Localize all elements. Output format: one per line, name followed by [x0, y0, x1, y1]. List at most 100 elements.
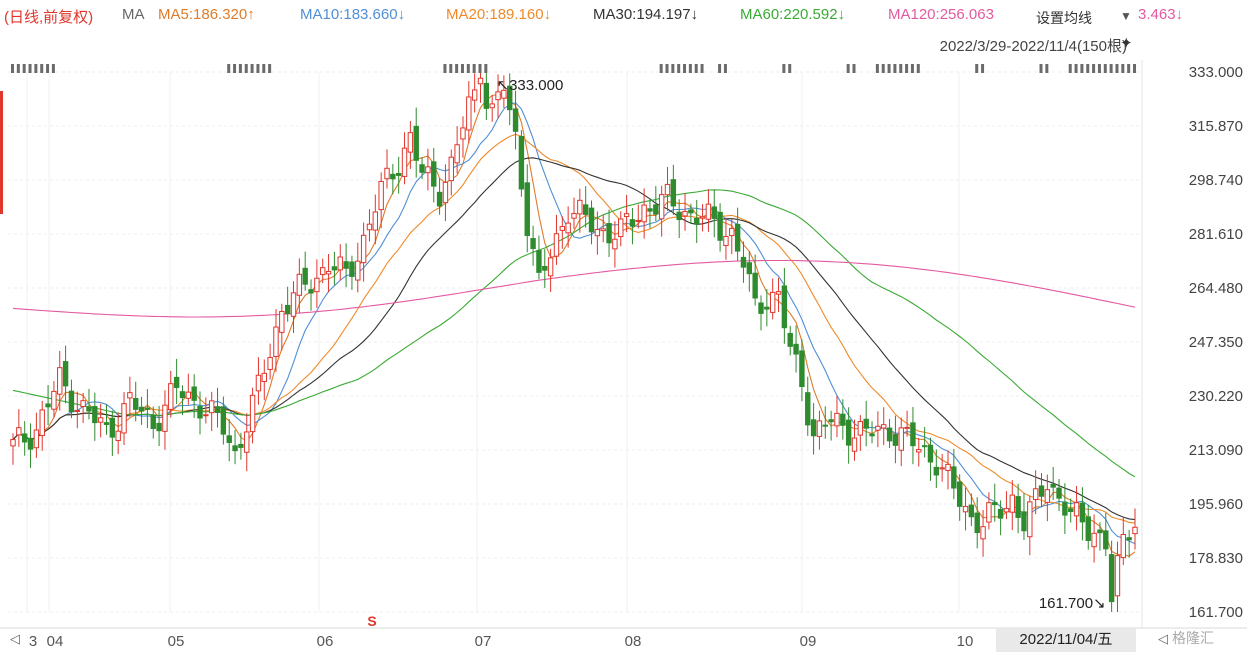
candle-body: [284, 304, 291, 315]
pin-icon[interactable]: ✦: [1120, 34, 1133, 52]
ma120-value: MA120:256.063: [888, 6, 994, 23]
event-marker: [1080, 64, 1084, 73]
candle-body: [395, 172, 402, 176]
candle-body: [553, 233, 560, 257]
event-marker: [455, 64, 459, 73]
candle-body: [729, 227, 735, 237]
candle-body: [921, 445, 928, 448]
scroll-left-button[interactable]: ◁: [10, 631, 20, 647]
candle-body: [542, 266, 548, 271]
candle-body: [185, 391, 192, 399]
candle-body: [717, 211, 723, 241]
x-tick-label: 05: [168, 633, 185, 650]
candle-body: [331, 266, 338, 271]
candle-body: [162, 404, 168, 432]
candle-body: [1073, 502, 1080, 517]
y-tick-label: 281.610: [1189, 226, 1243, 243]
x-tick-label: 04: [47, 633, 64, 650]
x-tick-label: 09: [800, 633, 817, 650]
candle-body: [524, 182, 530, 237]
event-marker: [688, 64, 692, 73]
candle-body: [799, 350, 805, 388]
event-marker: [443, 64, 447, 73]
event-marker: [1097, 64, 1101, 73]
event-marker: [1092, 64, 1096, 73]
candle-body: [466, 96, 472, 131]
candle-body: [489, 103, 495, 109]
candle-body: [27, 437, 34, 450]
candle-body: [1132, 526, 1138, 535]
candle-body: [641, 204, 647, 223]
candle-body: [781, 285, 788, 329]
candle-body: [793, 343, 799, 355]
candle-body: [45, 403, 51, 408]
ma-settings-button[interactable]: 设置均线: [1036, 8, 1092, 28]
event-marker: [1086, 64, 1090, 73]
x-tick-label: 10: [957, 633, 974, 650]
candle-body: [97, 417, 104, 423]
candle-body: [1015, 496, 1021, 518]
candle-body: [939, 467, 945, 470]
candle-body: [1097, 529, 1103, 534]
candle-body: [992, 502, 998, 506]
candle-body: [226, 435, 232, 443]
candle-body: [1108, 554, 1115, 603]
event-marker: [466, 64, 470, 73]
candle-body: [1062, 501, 1068, 516]
event-marker: [1074, 64, 1078, 73]
event-marker: [1103, 64, 1107, 73]
candle-body: [635, 219, 641, 222]
ma-overflow-value: 3.463↓: [1138, 6, 1184, 23]
event-marker: [916, 64, 920, 73]
candle-body: [769, 291, 776, 313]
candle-body: [39, 409, 45, 437]
candle-body: [1027, 501, 1033, 538]
y-tick-label: 247.350: [1189, 334, 1243, 351]
candle-body: [150, 414, 156, 429]
candle-body: [881, 424, 887, 429]
candle-body: [156, 422, 162, 432]
candle-body: [623, 213, 630, 218]
candle-body: [694, 217, 700, 225]
candle-body: [758, 302, 764, 314]
candle-body: [121, 403, 127, 434]
candle-body: [33, 429, 40, 449]
candle-body: [968, 504, 975, 518]
candle-body: [267, 357, 273, 370]
ma10-value: MA10:183.660↓: [300, 6, 406, 23]
event-marker: [244, 64, 248, 73]
candlestick-plot[interactable]: 333.000 315.870 298.740 281.610 264.480 247.3…: [0, 0, 1247, 653]
candle-body: [723, 236, 729, 247]
event-marker: [11, 64, 14, 73]
candle-body: [547, 257, 554, 277]
chevron-down-icon[interactable]: ▼: [1120, 9, 1132, 23]
event-marker: [659, 64, 663, 73]
ma20-value: MA20:189.160↓: [446, 6, 552, 23]
candle-body: [57, 367, 63, 395]
event-marker: [1121, 64, 1125, 73]
candle-body: [582, 204, 589, 215]
candle-body: [21, 433, 28, 443]
candle-body: [460, 127, 466, 140]
period-label: (日线,前复权): [4, 9, 94, 26]
candle-body: [255, 374, 262, 392]
event-marker: [51, 64, 55, 73]
event-marker: [227, 64, 231, 73]
candle-body: [1079, 502, 1086, 523]
left-edge-marker: [0, 91, 3, 214]
date-range-label: 2022/3/29-2022/11/4(150根): [939, 38, 1127, 55]
candle-body: [127, 392, 133, 399]
back-icon[interactable]: ◁: [1158, 631, 1168, 647]
event-marker: [1133, 64, 1136, 73]
candle-body: [92, 406, 98, 424]
candle-body: [658, 194, 665, 220]
candle-body: [343, 261, 349, 269]
candle-body: [214, 406, 221, 413]
candle-body: [904, 426, 910, 429]
candle-body: [325, 270, 332, 275]
candle-body: [746, 262, 753, 275]
event-marker: [887, 64, 891, 73]
candle-body: [244, 431, 250, 453]
watermark: 格隆汇: [1172, 630, 1214, 646]
candle-body: [705, 203, 712, 220]
